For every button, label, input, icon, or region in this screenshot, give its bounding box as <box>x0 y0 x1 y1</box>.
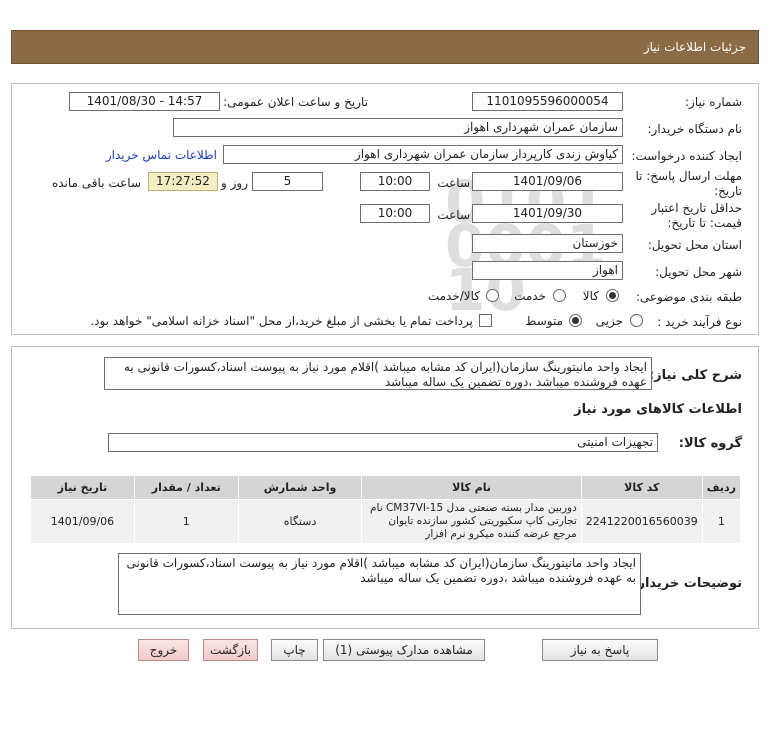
page-header: جزئیات اطلاعات نیاز <box>11 30 759 64</box>
cell-name: دوربین مدار بسته صنعتی مدل CM37VI-15 نام… <box>361 499 582 544</box>
buyer-contact-link[interactable]: اطلاعات تماس خریدار <box>106 148 217 162</box>
announce-field: 1401/08/30 - 14:57 <box>69 92 220 111</box>
category-option-goods: کالا <box>582 289 599 303</box>
goods-group-field: تجهیزات امنیتی <box>108 433 658 452</box>
page-title: جزئیات اطلاعات نیاز <box>643 40 746 54</box>
category-radio-goods[interactable] <box>606 289 619 302</box>
deadline-days-field: 5 <box>252 172 323 191</box>
announce-label: تاریخ و ساعت اعلان عمومی: <box>223 95 368 109</box>
cell-row: 1 <box>701 499 742 544</box>
treasury-checkbox-label: پرداخت تمام یا بخشی از مبلغ خرید،از محل … <box>90 314 473 328</box>
category-label: طبقه بندی موضوعی: <box>635 290 742 304</box>
table-header-row: ردیف کد کالا نام کالا واحد شمارش تعداد /… <box>30 475 742 500</box>
requester-label: ایجاد کننده درخواست: <box>631 149 742 163</box>
deadline-label-2: تاریخ: <box>714 184 742 198</box>
validity-date-field: 1401/09/30 <box>472 204 623 223</box>
category-option-service: خدمت <box>514 289 546 303</box>
col-row: ردیف <box>701 475 742 500</box>
process-label: نوع فرآیند خرید : <box>657 315 742 329</box>
buyer-org-field: سازمان عمران شهرداری اهواز <box>173 118 623 137</box>
remaining-time-field: 17:27:52 <box>148 172 218 191</box>
validity-label-1: حداقل تاریخ اعتبار <box>651 201 742 215</box>
process-radio-minor[interactable] <box>630 314 643 327</box>
remaining-time-label: ساعت باقی مانده <box>51 176 141 190</box>
summary-text: ایجاد واحد مانیتورینگ سازمان(ایران کد مش… <box>104 357 652 390</box>
need-number-label: شماره نیاز: <box>685 95 742 109</box>
province-field: خوزستان <box>472 234 623 253</box>
col-name: نام کالا <box>361 475 582 500</box>
buyer-org-label: نام دستگاه خریدار: <box>647 122 743 136</box>
goods-table: ردیف کد کالا نام کالا واحد شمارش تعداد /… <box>30 475 742 544</box>
treasury-checkbox[interactable] <box>479 314 492 327</box>
category-option-goods-service: کالا/خدمت <box>427 289 480 303</box>
buyer-notes-label: توضیحات خریدار: <box>632 576 742 591</box>
cell-qty: 1 <box>133 499 239 544</box>
exit-button[interactable]: خروج <box>138 639 189 661</box>
province-label: استان محل تحویل: <box>647 238 742 252</box>
attachments-button[interactable]: مشاهده مدارک پیوستی (1) <box>323 639 485 661</box>
table-row: 1 2241220016560039 دوربین مدار بسته صنعت… <box>30 499 742 544</box>
deadline-time-field: 10:00 <box>360 172 430 191</box>
goods-section-title: اطلاعات کالاهای مورد نیاز <box>574 402 742 417</box>
col-code: کد کالا <box>580 475 703 500</box>
summary-label: شرح کلی نیاز: <box>648 368 742 383</box>
process-option-minor: جزیی <box>595 314 623 328</box>
back-button[interactable]: بازگشت <box>203 639 258 661</box>
deadline-time-label: ساعت <box>437 176 470 190</box>
reply-button[interactable]: پاسخ به نیاز <box>542 639 658 661</box>
cell-date: 1401/09/06 <box>30 499 135 544</box>
col-unit: واحد شمارش <box>237 475 363 500</box>
validity-time-field: 10:00 <box>360 204 430 223</box>
category-radio-service[interactable] <box>553 289 566 302</box>
deadline-date-field: 1401/09/06 <box>472 172 623 191</box>
col-date: تاریخ نیاز <box>30 475 135 500</box>
requester-field: کیاوش زندی کارپرداز سازمان عمران شهرداری… <box>223 145 623 164</box>
col-qty: تعداد / مقدار <box>133 475 239 500</box>
category-radio-goods-service[interactable] <box>486 289 499 302</box>
validity-label-2: قیمت: تا تاریخ: <box>667 216 742 230</box>
need-number-field: 1101095596000054 <box>472 92 623 111</box>
deadline-label-1: مهلت ارسال پاسخ: تا <box>635 169 742 183</box>
cell-code: 2241220016560039 <box>580 499 703 544</box>
process-option-medium: متوسط <box>525 314 563 328</box>
goods-group-label: گروه کالا: <box>678 436 742 451</box>
validity-time-label: ساعت <box>437 208 470 222</box>
buyer-notes-text: ایجاد واحد مانیتورینگ سازمان(ایران کد مش… <box>118 553 641 615</box>
city-label: شهر محل تحویل: <box>655 265 742 279</box>
cell-unit: دستگاه <box>237 499 363 544</box>
deadline-days-label: روز و <box>221 176 248 190</box>
process-radio-medium[interactable] <box>569 314 582 327</box>
city-field: اهواز <box>472 261 623 280</box>
print-button[interactable]: چاپ <box>271 639 318 661</box>
